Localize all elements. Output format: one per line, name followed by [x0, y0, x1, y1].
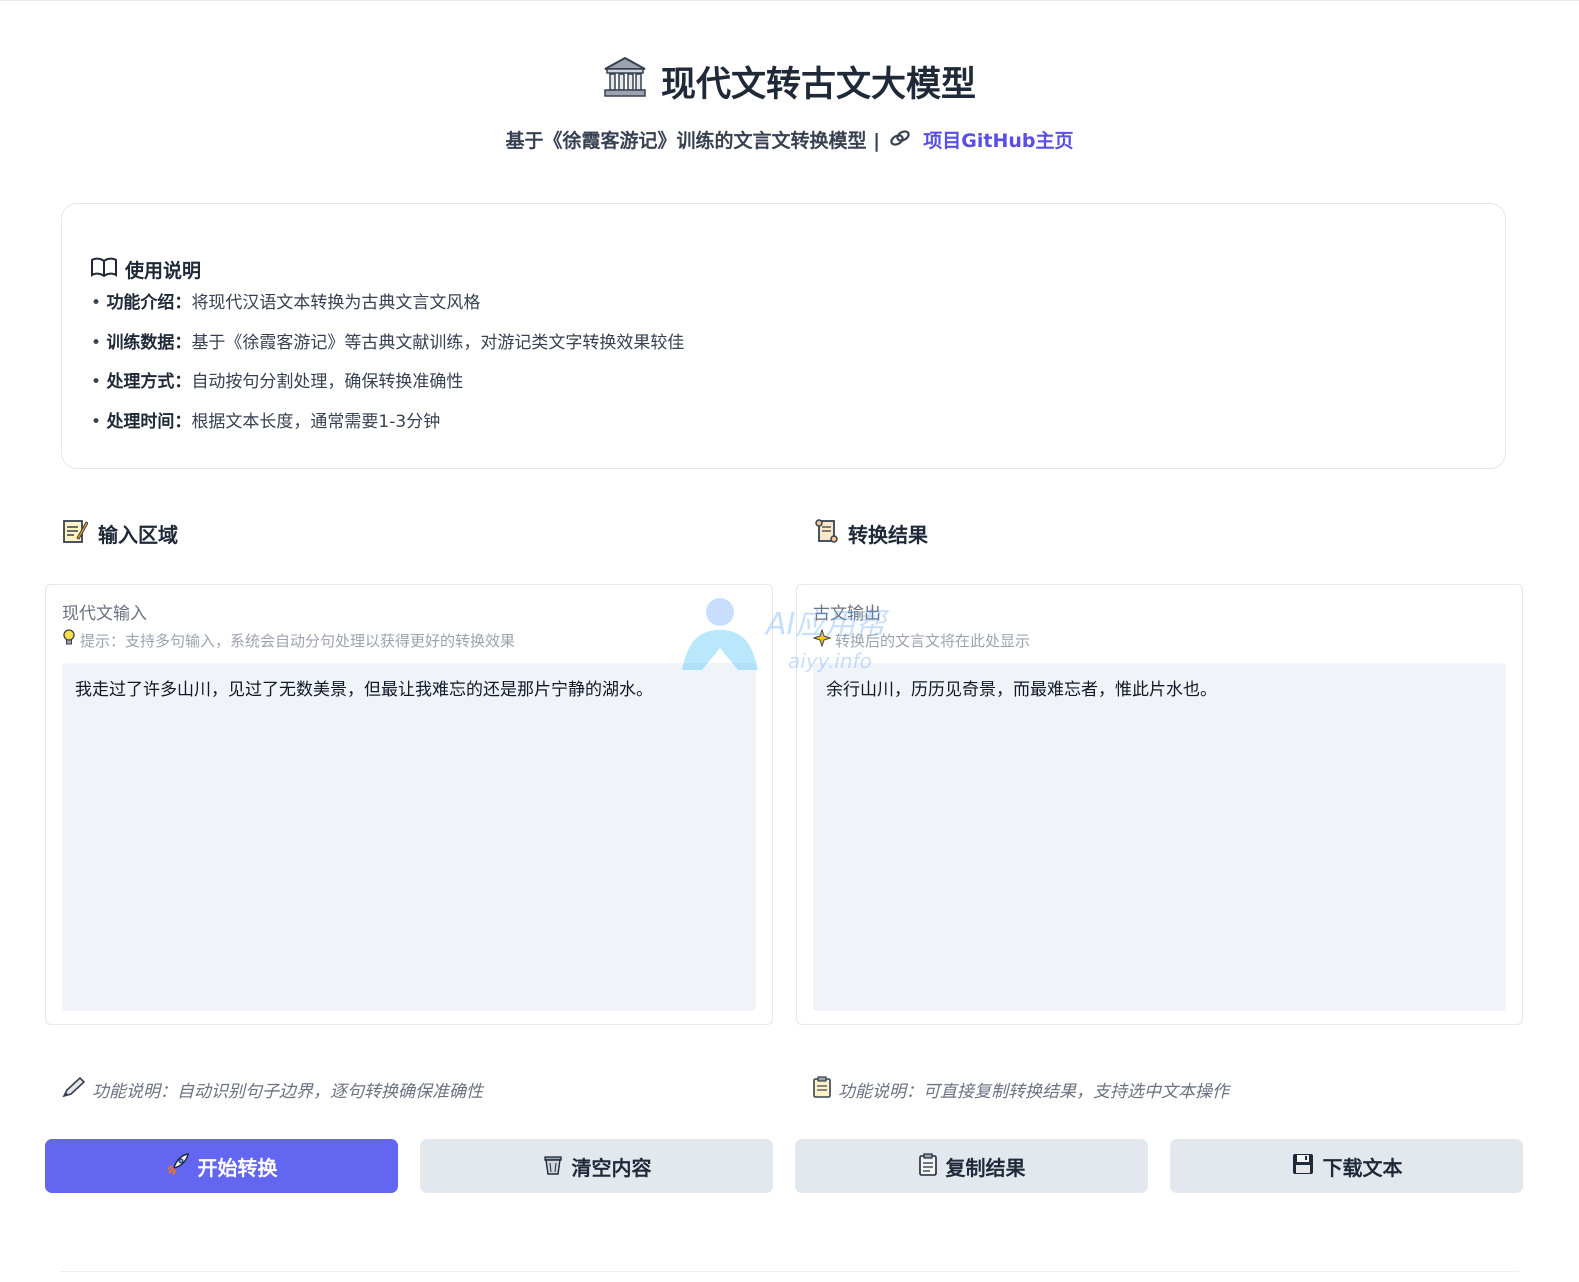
output-feature-note: 功能说明：可直接复制转换结果，支持选中文本操作 — [812, 1076, 1229, 1103]
input-hint-text: 提示：支持多句输入，系统会自动分句处理以获得更好的转换效果 — [80, 631, 516, 650]
instruction-label: 功能介绍： — [106, 293, 192, 313]
output-section-title-text: 转换结果 — [848, 523, 928, 547]
input-hint: 提示：支持多句输入，系统会自动分句处理以获得更好的转换效果 — [62, 629, 515, 651]
input-textarea[interactable]: 我走过了许多山川，见过了无数美景，但最让我难忘的还是那片宁静的湖水。 — [62, 663, 756, 1011]
rocket-icon — [166, 1152, 190, 1181]
input-feature-note-text: 功能说明：自动识别句子边界，逐句转换确保准确性 — [92, 1082, 483, 1102]
input-feature-note: 功能说明：自动识别句子边界，逐句转换确保准确性 — [62, 1076, 483, 1103]
copy-button[interactable]: 复制结果 — [795, 1139, 1148, 1193]
instruction-text: 基于《徐霞客游记》等古典文献训练，对游记类文字转换效果较佳 — [191, 332, 685, 353]
input-section-title: 输入区域 — [62, 518, 178, 549]
convert-button-label: 开始转换 — [197, 1155, 278, 1180]
instructions-heading-text: 使用说明 — [125, 260, 202, 282]
download-button-label: 下载文本 — [1322, 1155, 1403, 1180]
bottom-divider — [60, 1271, 1519, 1272]
clipboard-icon — [918, 1152, 938, 1181]
instruction-label: 处理时间： — [106, 411, 192, 432]
open-book-icon — [91, 257, 117, 282]
lightbulb-icon — [62, 629, 76, 651]
scroll-icon — [814, 518, 838, 549]
copy-button-label: 复制结果 — [945, 1155, 1026, 1180]
link-icon — [889, 129, 911, 152]
instruction-item: • 处理时间：根据文本长度，通常需要1-3分钟 — [91, 411, 441, 432]
instruction-item: • 处理方式：自动按句分割处理，确保转换准确性 — [91, 372, 464, 392]
page-title: 现代文转古文大模型 — [603, 56, 976, 107]
instruction-item: • 训练数据：基于《徐霞客游记》等古典文献训练，对游记类文字转换效果较佳 — [91, 332, 685, 353]
classical-building-icon — [603, 56, 647, 107]
watermark-logo: AI应用帮 aiyy.info — [682, 598, 889, 673]
instructions-card: 使用说明 • 功能介绍：将现代汉语文本转换为古典文言文风格 • 训练数据：基于《… — [61, 203, 1506, 469]
instruction-item: • 功能介绍：将现代汉语文本转换为古典文言文风格 — [91, 293, 481, 313]
clear-button-label: 清空内容 — [571, 1155, 652, 1180]
instruction-text: 将现代汉语文本转换为古典文言文风格 — [191, 293, 481, 313]
output-feature-note-text: 功能说明：可直接复制转换结果，支持选中文本操作 — [838, 1082, 1229, 1102]
subtitle: 基于《徐霞客游记》训练的文言文转换模型 | 项目GitHub主页 — [0, 126, 1579, 153]
watermark-url: aiyy.info — [788, 649, 872, 673]
github-link[interactable]: 项目GitHub主页 — [923, 130, 1073, 152]
floppy-disk-icon — [1291, 1152, 1315, 1181]
clipboard-icon — [812, 1076, 832, 1103]
instruction-label: 处理方式： — [106, 372, 192, 392]
instruction-label: 训练数据： — [106, 332, 192, 353]
memo-icon — [62, 518, 89, 549]
convert-button[interactable]: 开始转换 — [45, 1139, 398, 1193]
title-text: 现代文转古文大模型 — [660, 65, 976, 105]
clear-button[interactable]: 清空内容 — [420, 1139, 773, 1193]
instruction-text: 根据文本长度，通常需要1-3分钟 — [191, 411, 441, 432]
input-label: 现代文输入 — [62, 604, 147, 624]
watermark-title: AI应用帮 — [764, 607, 889, 642]
wastebasket-icon — [542, 1152, 564, 1181]
output-panel: 古文输出 转换后的文言文将在此处显示 余行山川，历历见奇景，而最难忘者，惟此片水… — [796, 584, 1523, 1025]
pen-icon — [62, 1076, 86, 1103]
subtitle-text: 基于《徐霞客游记》训练的文言文转换模型 | — [505, 130, 881, 152]
download-button[interactable]: 下载文本 — [1170, 1139, 1523, 1193]
output-textarea[interactable]: 余行山川，历历见奇景，而最难忘者，惟此片水也。 — [813, 663, 1506, 1011]
instructions-heading: 使用说明 — [91, 256, 1505, 283]
output-section-title: 转换结果 — [814, 518, 928, 549]
header: 现代文转古文大模型 — [0, 56, 1579, 107]
input-panel: 现代文输入 提示：支持多句输入，系统会自动分句处理以获得更好的转换效果 我走过了… — [45, 584, 773, 1025]
input-section-title-text: 输入区域 — [98, 523, 178, 547]
top-divider — [0, 0, 1579, 1]
instruction-text: 自动按句分割处理，确保转换准确性 — [191, 372, 464, 392]
